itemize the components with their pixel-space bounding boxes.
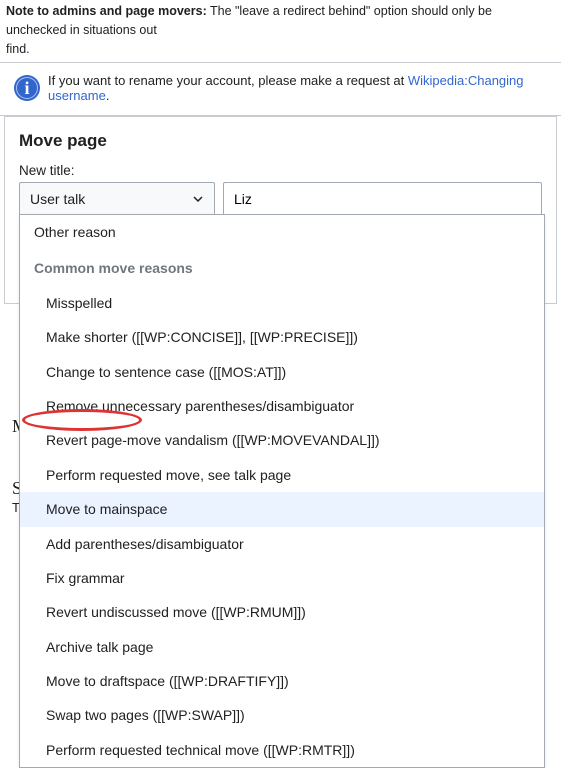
reason-dropdown[interactable]: Other reasonCommon move reasonsMisspelle… [19,214,545,768]
dropdown-option[interactable]: Move to draftspace ([[WP:DRAFTIFY]]) [20,664,544,698]
panel-heading: Move page [19,131,542,151]
new-title-label: New title: [19,163,542,178]
dropdown-option[interactable]: Other reason [20,215,544,249]
dropdown-option[interactable]: Perform requested technical move ([[WP:R… [20,733,544,767]
info-bar: i If you want to rename your account, pl… [0,63,561,116]
dropdown-option[interactable]: Swap two pages ([[WP:SWAP]]) [20,698,544,732]
namespace-value: User talk [30,191,85,207]
dropdown-option[interactable]: Revert undiscussed move ([[WP:RMUM]]) [20,595,544,629]
dropdown-option[interactable]: Change to sentence case ([[MOS:AT]]) [20,355,544,389]
dropdown-option[interactable]: Add parentheses/disambiguator [20,527,544,561]
dropdown-option[interactable]: Remove unnecessary parentheses/disambigu… [20,389,544,423]
dropdown-option[interactable]: Archive talk page [20,630,544,664]
dropdown-option[interactable]: Make shorter ([[WP:CONCISE]], [[WP:PRECI… [20,320,544,354]
dropdown-option[interactable]: Misspelled [20,286,544,320]
info-text-before: If you want to rename your account, plea… [48,73,408,88]
title-input-wrap[interactable] [223,182,542,216]
dropdown-option[interactable]: Move to mainspace [20,492,544,526]
dropdown-option[interactable]: Fix grammar [20,561,544,595]
admin-note-tail: find. [6,42,30,56]
dropdown-group-header: Common move reasons [20,249,544,285]
admin-note: Note to admins and page movers: The "lea… [0,0,561,63]
admin-note-bold: Note to admins and page movers: [6,4,207,18]
title-input[interactable] [234,191,531,207]
dropdown-option[interactable]: Revert page-move vandalism ([[WP:MOVEVAN… [20,423,544,457]
info-icon: i [14,75,40,101]
info-text: If you want to rename your account, plea… [48,73,553,103]
info-period: . [106,88,110,103]
dropdown-option[interactable]: Perform requested move, see talk page [20,458,544,492]
namespace-select[interactable]: User talk [19,182,215,216]
chevron-down-icon [192,193,204,205]
